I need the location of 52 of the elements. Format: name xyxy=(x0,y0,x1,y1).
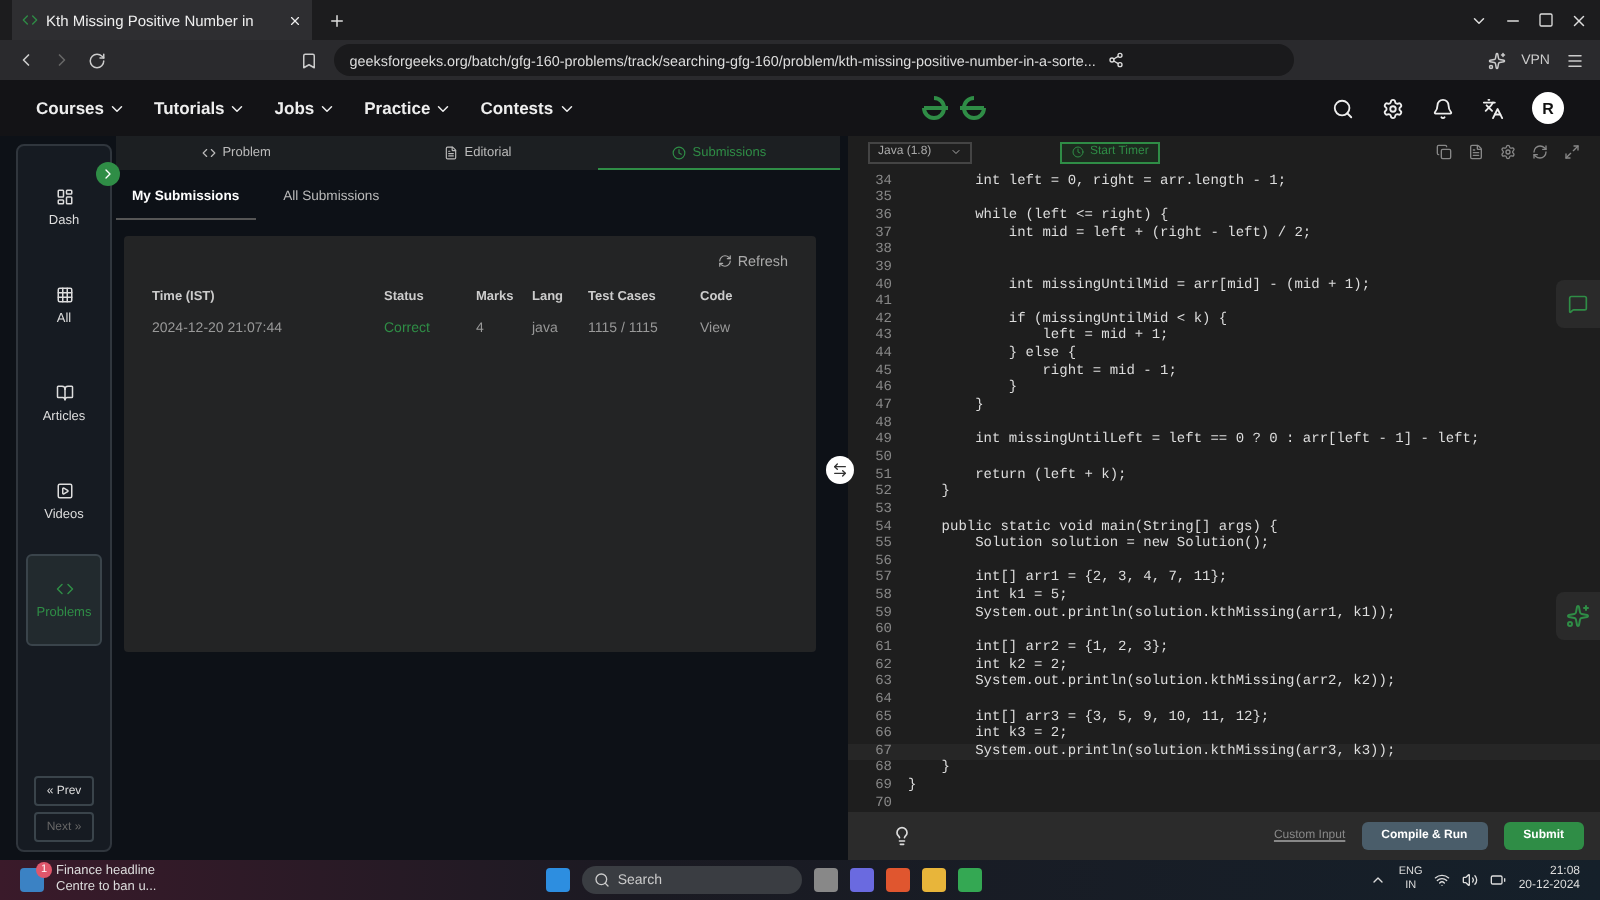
search-icon xyxy=(593,872,610,888)
video-icon xyxy=(55,482,73,500)
clock-icon xyxy=(1072,146,1084,159)
chevron-up-icon[interactable] xyxy=(1370,872,1387,888)
lightbulb-icon[interactable] xyxy=(892,826,912,847)
wifi-icon[interactable] xyxy=(1434,872,1451,888)
chevron-down-icon xyxy=(950,146,962,159)
grid-icon xyxy=(55,286,73,304)
fullscreen-icon[interactable] xyxy=(1564,144,1580,161)
site-logo-icon xyxy=(22,12,38,28)
bookmark-icon[interactable] xyxy=(299,51,318,69)
new-tab-icon[interactable] xyxy=(328,11,346,29)
book-icon xyxy=(55,384,73,402)
app-icon[interactable] xyxy=(885,868,910,892)
translate-icon[interactable] xyxy=(1482,97,1504,119)
app-icon[interactable] xyxy=(849,868,874,892)
code-icon xyxy=(202,145,217,159)
close-icon[interactable] xyxy=(288,13,302,27)
copy-icon[interactable] xyxy=(1436,144,1452,161)
menu-icon[interactable] xyxy=(1566,51,1584,69)
settings-icon[interactable] xyxy=(1500,144,1516,161)
app-icon[interactable] xyxy=(813,868,838,892)
code-icon xyxy=(55,580,73,598)
refresh-icon xyxy=(717,254,732,268)
chat-icon[interactable] xyxy=(1556,280,1600,328)
app-icon[interactable] xyxy=(957,868,982,892)
document-icon xyxy=(444,145,459,159)
nav-menu-item[interactable]: Practice xyxy=(364,98,453,118)
start-icon[interactable] xyxy=(545,868,570,892)
bell-icon[interactable] xyxy=(1432,97,1454,119)
battery-icon[interactable] xyxy=(1490,872,1507,888)
dashboard-icon xyxy=(55,188,73,206)
code-editor[interactable] xyxy=(848,169,1600,813)
sparkle-icon[interactable] xyxy=(1487,51,1506,69)
share-icon[interactable] xyxy=(1107,52,1124,68)
search-icon[interactable] xyxy=(1332,97,1354,119)
nav-menu-item[interactable]: Tutorials xyxy=(154,98,247,118)
expand-icon[interactable] xyxy=(96,162,120,186)
gear-icon[interactable] xyxy=(1382,97,1404,119)
close-icon[interactable] xyxy=(1570,11,1588,29)
reload-icon[interactable] xyxy=(88,51,106,69)
document-icon[interactable] xyxy=(1468,144,1484,161)
nav-menu-item[interactable]: Courses xyxy=(36,98,127,118)
reset-icon[interactable] xyxy=(1532,144,1548,161)
user-avatar[interactable]: R xyxy=(1532,92,1564,124)
maximize-icon[interactable] xyxy=(1538,12,1554,28)
clock-icon xyxy=(672,145,687,159)
nav-menu-item[interactable]: Contests xyxy=(480,98,576,118)
nav-menu-item[interactable]: Jobs xyxy=(274,98,337,118)
logo-icon xyxy=(919,94,988,122)
speaker-icon[interactable] xyxy=(1462,872,1479,888)
resize-handle[interactable] xyxy=(826,456,854,484)
